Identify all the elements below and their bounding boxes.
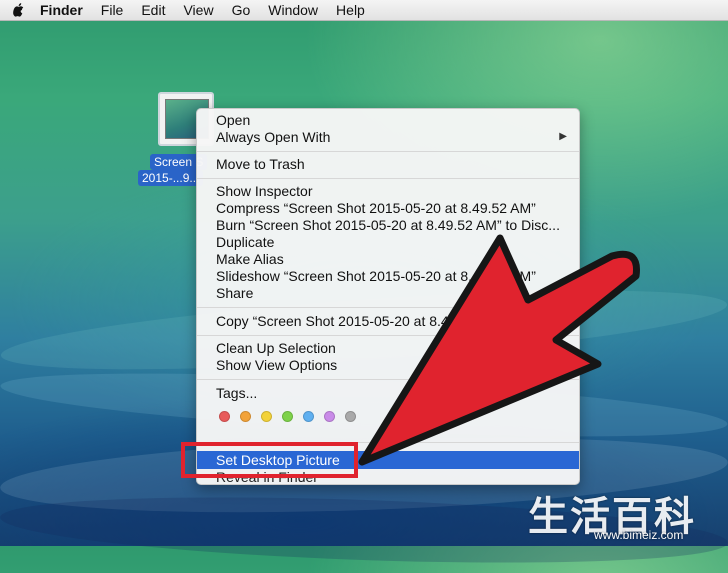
tag-color-dot[interactable]: [261, 411, 272, 422]
menu-file[interactable]: File: [93, 0, 134, 20]
tag-color-dot[interactable]: [345, 411, 356, 422]
menu-item-clean-up-selection[interactable]: Clean Up Selection: [216, 340, 336, 357]
context-menu: Open Always Open With ▶ Move to Trash Sh…: [196, 108, 580, 485]
tag-color-dot[interactable]: [282, 411, 293, 422]
menu-item-make-alias[interactable]: Make Alias: [216, 251, 284, 268]
menu-item-always-open-with[interactable]: Always Open With: [216, 129, 330, 146]
highlight-box: [181, 442, 358, 478]
menu-view[interactable]: View: [175, 0, 223, 20]
desktop-file-label-line2: 2015-...9...: [138, 170, 204, 186]
menu-separator: [197, 335, 579, 336]
menu-item-burn[interactable]: Burn “Screen Shot 2015-05-20 at 8.49.52 …: [216, 217, 560, 234]
menu-item-tags[interactable]: Tags...: [216, 385, 257, 402]
desktop-file-label[interactable]: Screen S 2015-...9...: [138, 154, 208, 186]
menu-help[interactable]: Help: [328, 0, 375, 20]
menu-item-show-inspector[interactable]: Show Inspector: [216, 183, 313, 200]
watermark: 生活百科 www.bimeiz.com: [528, 484, 728, 546]
menu-item-copy[interactable]: Copy “Screen Shot 2015-05-20 at 8.49.52 …: [216, 313, 505, 330]
menu-item-share[interactable]: Share: [216, 285, 253, 302]
menu-item-duplicate[interactable]: Duplicate: [216, 234, 274, 251]
tag-color-dot[interactable]: [324, 411, 335, 422]
menu-edit[interactable]: Edit: [133, 0, 175, 20]
menu-item-move-to-trash[interactable]: Move to Trash: [216, 156, 305, 173]
menu-separator: [197, 151, 579, 152]
apple-logo-icon[interactable]: [6, 0, 32, 20]
watermark-url: www.bimeiz.com: [594, 528, 684, 542]
tag-color-dot[interactable]: [303, 411, 314, 422]
menu-go[interactable]: Go: [224, 0, 261, 20]
menu-item-open[interactable]: Open: [216, 112, 250, 129]
menu-separator: [197, 307, 579, 308]
submenu-arrow-icon: ▶: [559, 131, 567, 142]
menu-separator: [197, 379, 579, 380]
menu-window[interactable]: Window: [260, 0, 328, 20]
menu-item-compress[interactable]: Compress “Screen Shot 2015-05-20 at 8.49…: [216, 200, 536, 217]
menu-bar: Finder File Edit View Go Window Help: [0, 0, 728, 21]
menu-finder[interactable]: Finder: [32, 0, 93, 20]
menu-separator: [197, 178, 579, 179]
tag-color-dot[interactable]: [219, 411, 230, 422]
tag-color-dot[interactable]: [240, 411, 251, 422]
menu-item-slideshow[interactable]: Slideshow “Screen Shot 2015-05-20 at 8.4…: [216, 268, 536, 285]
menu-item-show-view-options[interactable]: Show View Options: [216, 357, 337, 374]
